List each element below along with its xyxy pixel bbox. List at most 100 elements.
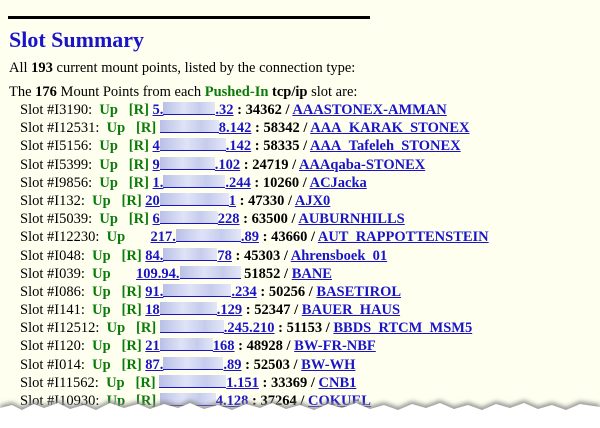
ip-redacted [159, 374, 227, 388]
mount-point-link[interactable]: AAASTONEX-AMMAN [292, 102, 446, 118]
mount-point-link[interactable]: AUT_RAPPOTTENSTEIN [318, 229, 489, 245]
ip-address-link[interactable]: 9 .102 [153, 156, 240, 173]
port-number: : 52503 / [241, 356, 302, 373]
slot-row: Slot #I014: Up [R] 87. .89 : 52503 / BW-W… [20, 356, 600, 374]
ip-end: 228 [217, 211, 240, 228]
mount-point-link[interactable]: AAA_KARAK_STONEX [310, 120, 469, 136]
status-up: Up [106, 229, 126, 246]
registered-flag: [R] [121, 302, 142, 319]
slot-row: Slot #I5156: Up [R] 4 .142 : 58335 / AAA_… [20, 137, 600, 155]
port-number: : 50256 / [256, 283, 317, 300]
mount-point-link[interactable]: AAAqaba-STONEX [299, 157, 425, 173]
ip-start: 1. [152, 174, 164, 191]
port-number: : 10260 / [250, 174, 310, 191]
slot-id: Slot #I5039: [20, 211, 93, 228]
ip-redacted [159, 156, 215, 170]
top-rule [8, 16, 370, 19]
slot-id: Slot #I132: [20, 192, 85, 209]
ip-redacted [159, 138, 226, 152]
slot-id: Slot #I014: [20, 356, 85, 373]
registered-flag: [R] [128, 102, 149, 118]
ip-address-link[interactable]: 21 168 [145, 338, 235, 355]
mount-point-link[interactable]: AUBURNHILLS [298, 211, 404, 227]
port-number: : 58342 / [251, 120, 311, 137]
ip-redacted [159, 320, 224, 334]
ip-address-link[interactable]: 4 .142 [152, 138, 251, 155]
registered-flag: [R] [121, 338, 142, 355]
slot-row: Slot #I3190: Up [R] 5. .32 : 34362 / AAAS… [20, 101, 600, 119]
ip-address-link[interactable]: 1. .244 [152, 174, 251, 191]
slot-id: Slot #I039: [20, 265, 85, 282]
ip-redacted [163, 283, 232, 297]
ip-address-link[interactable]: .245.210 [159, 320, 275, 337]
slot-row: Slot #I086: Up [R] 91. .234 : 50256 / BAS… [20, 283, 600, 301]
ip-redacted [175, 229, 241, 243]
port-number: : 58335 / [251, 138, 310, 155]
mount-point-link[interactable]: BBDS_RTCM_MSM5 [333, 320, 472, 336]
status-up: Up [92, 283, 111, 300]
registered-flag: [R] [128, 138, 149, 155]
slot-row: Slot #I5399: Up [R] 9 .102 : 24719 / AAAq… [20, 156, 600, 174]
ip-start: 87. [145, 356, 164, 373]
port-number: : 51153 / [274, 320, 334, 337]
slot-id: Slot #I12512: [20, 320, 100, 337]
port-number: : 52347 / [242, 302, 302, 319]
ip-address-link[interactable]: 8.142 [159, 120, 251, 136]
mount-point-link[interactable]: BANE [292, 266, 332, 282]
slot-row: Slot #I12512: Up [R] .245.210 : 51153 / … [20, 319, 600, 337]
mount-point-link[interactable]: AAA_Tafeleh_STONEX [310, 138, 461, 154]
page-sheet: Slot Summary All 193 current mount point… [0, 0, 600, 428]
status-up: Up [99, 138, 118, 155]
registered-flag: [R] [128, 174, 149, 191]
ip-address-link[interactable]: 84. 78 [145, 247, 232, 264]
mount-point-link[interactable]: BW-WH [301, 357, 355, 373]
registered-flag: [R] [136, 120, 157, 137]
ip-end: .244 [225, 174, 251, 191]
ip-address-link[interactable]: 5. .32 [153, 102, 234, 118]
ip-end: .32 [215, 102, 234, 118]
mount-point-link[interactable]: BAUER_HAUS [302, 302, 400, 318]
ip-end: .89 [223, 356, 242, 373]
ip-redacted [163, 102, 216, 115]
slot-id: Slot #I5156: [20, 138, 93, 155]
mount-point-link[interactable]: ACJacka [310, 175, 367, 191]
registered-flag: [R] [121, 247, 142, 264]
ip-end: 78 [217, 247, 232, 264]
slot-row: Slot #I12230: Up 217. .89 : 43660 / AUT_R… [20, 228, 600, 246]
registered-flag: [R] [128, 156, 149, 173]
slot-row: Slot #I048: Up [R] 84. 78 : 45303 / Ahren… [20, 247, 600, 265]
registered-flag: [R] [128, 211, 149, 228]
ip-start: 4 [152, 138, 160, 155]
slot-id: Slot #I141: [20, 302, 85, 319]
ip-start: 217. [150, 229, 176, 246]
ip-address-link[interactable]: 20 1 [145, 192, 236, 209]
slot-row: Slot #I141: Up [R] 18 .129 : 52347 / BAUE… [20, 301, 600, 319]
port-number: : 34362 / [233, 102, 293, 118]
ip-address-link[interactable]: 109.94. [136, 265, 241, 282]
ip-address-link[interactable]: 6 228 [153, 211, 240, 227]
ip-end: .129 [216, 302, 243, 319]
mount-point-link[interactable]: AJX0 [295, 193, 330, 209]
section-count: 176 [35, 84, 57, 100]
ip-redacted [159, 302, 217, 316]
mount-point-link[interactable]: BW-FR-NBF [294, 338, 376, 354]
ip-address-link[interactable]: 91. .234 [145, 283, 257, 300]
mount-point-link[interactable]: BASETIROL [316, 284, 401, 300]
port-number: : 24719 / [240, 156, 299, 173]
ip-address-link[interactable]: 87. .89 [145, 356, 242, 373]
section-text: The 176 Mount Points from each Pushed-In… [9, 84, 358, 100]
ip-redacted [159, 120, 219, 134]
ip-start: 20 [145, 192, 160, 209]
status-up: Up [106, 320, 126, 337]
torn-edge [0, 400, 600, 428]
slot-row: Slot #I039: Up 109.94. 51852 / BANE [20, 265, 600, 283]
ip-end: .245.210 [223, 320, 275, 337]
ip-end: 168 [212, 338, 235, 355]
mount-point-link[interactable]: Ahrensboek_01 [291, 248, 387, 264]
ip-address-link[interactable]: 217. .89 [150, 229, 259, 246]
ip-start: 6 [152, 211, 160, 228]
total-count: 193 [31, 60, 53, 76]
ip-address-link[interactable]: 18 .129 [145, 302, 242, 318]
registered-flag: [R] [121, 283, 142, 300]
slot-id: Slot #I12230: [20, 229, 100, 246]
